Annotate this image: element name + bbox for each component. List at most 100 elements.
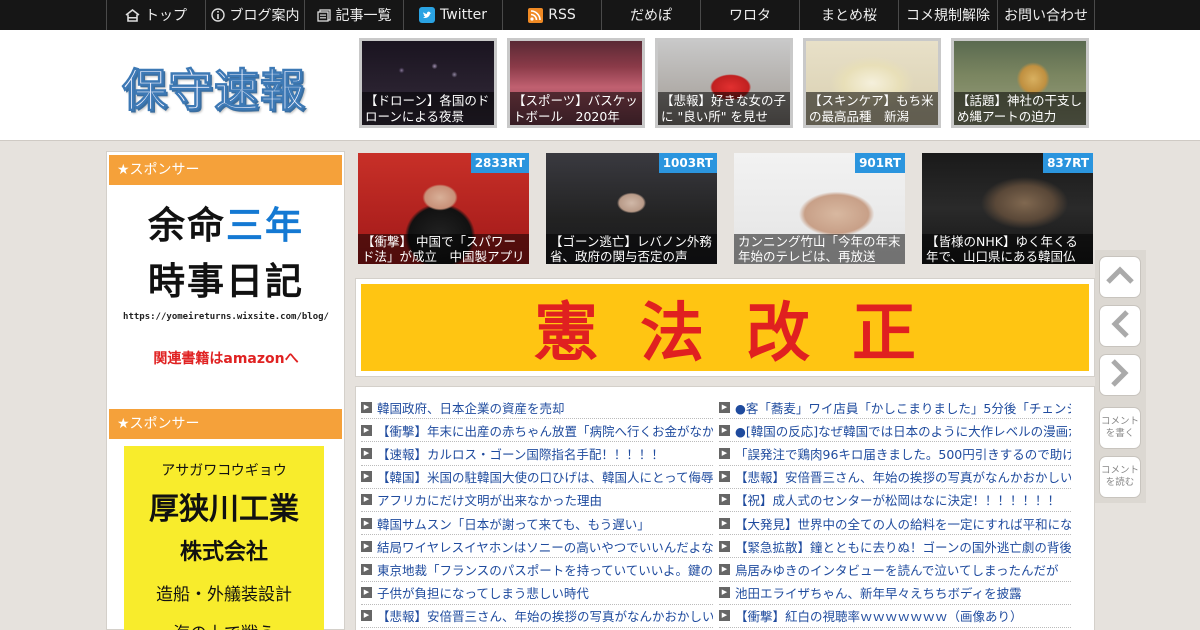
write-comment-button[interactable]: コメントを書く (1099, 407, 1141, 449)
top-thumb-kids-car[interactable]: 【悲報】好きな女の子に "良い所" を見せ (655, 38, 793, 128)
article-list-item[interactable]: ▶ 池田エライザちゃん、新年早々えちちボディを披露 (719, 582, 1071, 605)
bullet-arrow-icon: ▶ (719, 540, 730, 552)
article-list-item[interactable]: ▶ 韓国サムスン「日本が謝って来ても、もう遅い」 (361, 512, 713, 536)
article-list: ▶ 韓国政府、日本企業の資産を売却 ▶ 【衝撃】年末に出産の赤ちゃん放置「病院へ行くお… (355, 386, 1095, 630)
rt-thumb-nhk[interactable]: 837RT 【皆様のNHK】ゆく年くる年で、山口県にある韓国仏 (922, 153, 1093, 264)
bullet-arrow-icon: ▶ (719, 517, 730, 529)
article-title: 【緊急拡散】鐘とともに去りぬ！ゴーンの国外逃亡劇の背後に (735, 539, 1071, 555)
article-list-item[interactable]: ▶ 【悲報】安倍晋三さん、年始の挨拶の写真がなんかおかしいと話題 (719, 466, 1071, 489)
article-list-item[interactable]: ▶ ●[韓国の反応]なぜ韓国では日本のように大作レベルの漫画が生まれない (719, 419, 1071, 443)
bullet-arrow-icon: ▶ (361, 563, 372, 575)
bullet-arrow-icon: ▶ (361, 517, 372, 529)
ad-headline-1a: 余命 (148, 204, 226, 247)
nav-warota[interactable]: ワロタ (700, 0, 799, 30)
nav-article-list[interactable]: 記事一覧 (304, 0, 403, 30)
retweet-count-badge: 1003RT (658, 153, 717, 173)
article-list-item[interactable]: ▶ 「誤発注で鶏肉96キロ届きました。500円引きするので助けて」 (719, 442, 1071, 466)
article-title: 【速報】カルロス・ゴーン国際指名手配！！！！！ (377, 446, 664, 462)
twitter-icon (419, 7, 436, 23)
nav-damepo-label: だめぽ (630, 8, 672, 24)
article-title: 子供が負担になってしまう悲しい時代 (377, 586, 589, 602)
ad-company-name: 厚狭川工業 (149, 492, 299, 527)
article-title: 【祝】成人式のセンターが松岡はなに決定！！！！！！！ (735, 493, 1061, 509)
ad-url: https://yomeireturns.wixsite.com/blog/ (123, 312, 329, 322)
article-list-item[interactable]: ▶ 【祝】成人式のセンターが松岡はなに決定！！！！！！！ (719, 489, 1071, 512)
nav-comment-unban[interactable]: コメ規制解除 (898, 0, 997, 30)
site-logo[interactable]: 保守速報 (121, 54, 306, 119)
ad-service: 造船・外艤装設計 (156, 585, 292, 605)
article-title: 【衝撃】紅白の視聴率ｗｗｗｗｗｗｗ（画像あり） (735, 609, 1023, 625)
scroll-top-button[interactable] (1099, 256, 1141, 298)
nav-blog-guide-label: ブログ案内 (229, 8, 300, 24)
bullet-arrow-icon: ▶ (361, 540, 372, 552)
retweet-count-badge: 2833RT (470, 153, 529, 173)
nav-rss[interactable]: RSS (502, 0, 601, 30)
ad-company-type: 株式会社 (179, 540, 268, 565)
article-list-item[interactable]: ▶ 【衝撃】年末に出産の赤ちゃん放置「病院へ行くお金がなかった」 (361, 419, 713, 443)
next-article-button[interactable] (1099, 354, 1141, 396)
article-title: 東京地裁「フランスのパスポートを持っていていいよ。鍵のかかった (377, 562, 713, 578)
article-list-item[interactable]: ▶ 東京地裁「フランスのパスポートを持っていていいよ。鍵のかかった (361, 558, 713, 582)
article-list-item[interactable]: ▶ 【大発見】世界中の全ての人の給料を一定にすれば平和になる説 (719, 512, 1071, 536)
rt-thumb-ghosn[interactable]: 1003RT 【ゴーン逃亡】レバノン外務省、政府の関与否定の声 (546, 153, 717, 264)
thumb-caption: カンニング竹山「今年の年末年始のテレビは、再放送 (734, 234, 905, 264)
top-thumb-drone[interactable]: 【ドローン】各国のドローンによる夜景 (359, 38, 497, 128)
constitution-banner[interactable]: 憲法改正 (355, 278, 1095, 377)
nav-top-label: トップ (145, 8, 187, 24)
article-list-item[interactable]: ▶ 【衝撃】紅白の視聴率ｗｗｗｗｗｗｗ（画像あり） (719, 605, 1071, 628)
sponsor-ad-asagawa[interactable]: アサガワコウギョウ 厚狭川工業 株式会社 造船・外艤装設計 海の上で戦う (124, 446, 324, 630)
previous-article-button[interactable] (1099, 305, 1141, 347)
nav-top[interactable]: トップ (106, 0, 205, 30)
sponsor-ad-yomei[interactable]: 余命三年 時事日記 https://yomeireturns.wixsite.c… (123, 198, 329, 388)
nav-contact[interactable]: お問い合わせ (997, 0, 1095, 30)
bullet-arrow-icon: ▶ (361, 494, 372, 506)
article-list-item[interactable]: ▶ 結局ワイヤレスイヤホンはソニーの高いやつでいいんだよな？ (361, 535, 713, 559)
sidebar: ★スポンサー 余命三年 時事日記 https://yomeireturns.wi… (106, 151, 345, 630)
nav-matome-sakura-label: まとめ桜 (821, 8, 877, 24)
nav-twitter[interactable]: Twitter (403, 0, 502, 30)
article-list-item[interactable]: ▶ 鳥居みゆきのインタビューを読んで泣いてしまったんだが (719, 558, 1071, 582)
read-comments-button[interactable]: コメントを読む (1099, 456, 1141, 498)
floating-side-nav: コメントを書く コメントを読む (1095, 250, 1146, 503)
article-title: 池田エライザちゃん、新年早々えちちボディを披露 (735, 586, 1022, 602)
chevron-right-icon (1110, 358, 1130, 392)
ad-company-kana: アサガワコウギョウ (161, 463, 287, 479)
top-thumb-basketball[interactable]: 【スポーツ】バスケットボール 2020年 (507, 38, 645, 128)
nav-blog-guide[interactable]: ブログ案内 (205, 0, 304, 30)
retweet-count-badge: 901RT (855, 153, 905, 173)
bullet-arrow-icon: ▶ (719, 424, 730, 436)
nav-contact-label: お問い合わせ (1004, 8, 1088, 24)
article-title: 「誤発注で鶏肉96キロ届きました。500円引きするので助けて」 (735, 446, 1071, 462)
sponsor-heading: ★スポンサー (109, 155, 342, 185)
article-title: ●客「蕎麦」ワイ店員「かしこまりました」5分後「チェンジャー (735, 400, 1071, 416)
rt-thumb-takeyama[interactable]: 901RT カンニング竹山「今年の年末年始のテレビは、再放送 (734, 153, 905, 264)
thumb-caption: 【ドローン】各国のドローンによる夜景 (362, 92, 494, 125)
list-icon (316, 8, 331, 22)
article-list-item[interactable]: ▶ 子供が負担になってしまう悲しい時代 (361, 582, 713, 605)
thumb-caption: 【話題】神社の干支しめ縄アートの迫力 (954, 92, 1086, 125)
nav-comment-unban-label: コメ規制解除 (906, 8, 990, 24)
top-thumb-skincare[interactable]: 【スキンケア】もち米の最高品種 新潟 (803, 38, 941, 128)
amazon-link[interactable]: 関連書籍はamazonへ (123, 348, 329, 368)
nav-damepo[interactable]: だめぽ (601, 0, 700, 30)
nav-matome-sakura[interactable]: まとめ桜 (799, 0, 898, 30)
article-list-item[interactable]: ▶ 【速報】カルロス・ゴーン国際指名手配！！！！！ (361, 442, 713, 466)
top-thumb-shrine[interactable]: 【話題】神社の干支しめ縄アートの迫力 (951, 38, 1089, 128)
article-title: 【衝撃】年末に出産の赤ちゃん放置「病院へ行くお金がなかった」 (377, 423, 713, 439)
article-title: 韓国政府、日本企業の資産を売却 (377, 400, 565, 416)
nav-warota-label: ワロタ (729, 8, 771, 24)
article-list-item[interactable]: ▶ 【悲報】安倍晋三さん、年始の挨拶の写真がなんかおかしいと話題 (361, 605, 713, 628)
article-list-item[interactable]: ▶ アフリカにだけ文明が出来なかった理由 (361, 489, 713, 512)
rt-thumb-china[interactable]: 2833RT 【衝撃】 中国で「スパワード法」が成立 中国製アプリ (358, 153, 529, 264)
thumb-caption: 【ゴーン逃亡】レバノン外務省、政府の関与否定の声 (546, 234, 717, 264)
bullet-arrow-icon: ▶ (361, 424, 372, 436)
bullet-arrow-icon: ▶ (719, 587, 730, 599)
bullet-arrow-icon: ▶ (719, 447, 730, 459)
article-list-item[interactable]: ▶ ●客「蕎麦」ワイ店員「かしこまりました」5分後「チェンジャー (719, 396, 1071, 420)
article-list-item[interactable]: ▶ 韓国政府、日本企業の資産を売却 (361, 396, 713, 420)
article-list-item[interactable]: ▶ 【韓国】米国の駐韓国大使の口ひげは、韓国人にとって侮辱 (361, 466, 713, 489)
bullet-arrow-icon: ▶ (361, 471, 372, 483)
banner-inner: 憲法改正 (361, 284, 1089, 371)
article-list-item[interactable]: ▶ 【緊急拡散】鐘とともに去りぬ！ゴーンの国外逃亡劇の背後に (719, 535, 1071, 559)
article-title: 【韓国】米国の駐韓国大使の口ひげは、韓国人にとって侮辱 (377, 470, 713, 486)
